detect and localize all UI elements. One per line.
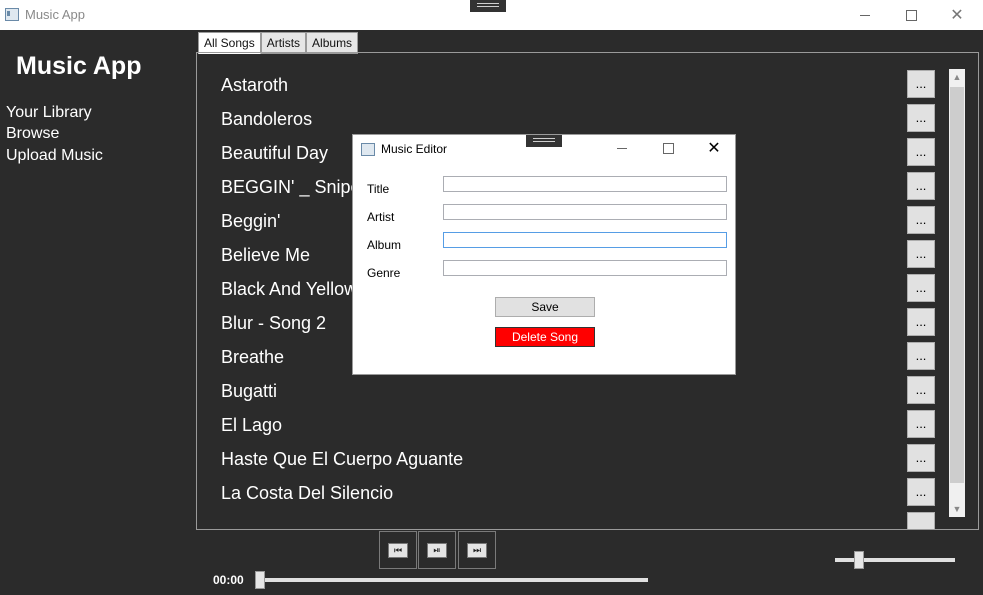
play-pause-button[interactable]: ⏯ bbox=[418, 531, 456, 569]
nav-browse[interactable]: Browse bbox=[6, 125, 59, 143]
song-title[interactable]: Haste Que El Cuerpo Aguante bbox=[221, 449, 463, 470]
playback-time: 00:00 bbox=[213, 573, 244, 587]
close-icon: ✕ bbox=[707, 140, 721, 157]
song-options-button[interactable]: ... bbox=[907, 240, 935, 268]
tab-albums[interactable]: Albums bbox=[306, 32, 359, 54]
scroll-down-icon[interactable]: ▼ bbox=[949, 501, 965, 517]
volume-thumb[interactable] bbox=[854, 551, 864, 569]
album-input[interactable] bbox=[443, 232, 727, 248]
play-pause-icon: ⏯ bbox=[427, 543, 447, 558]
tab-artists[interactable]: Artists bbox=[260, 32, 307, 54]
genre-input[interactable] bbox=[443, 260, 727, 276]
previous-icon: ⏮ bbox=[388, 543, 408, 558]
song-options-button[interactable]: ... bbox=[907, 138, 935, 166]
close-icon: ✕ bbox=[950, 7, 964, 24]
song-options-button[interactable]: ... bbox=[907, 274, 935, 302]
next-button[interactable]: ⏭ bbox=[458, 531, 496, 569]
album-label: Album bbox=[367, 238, 402, 252]
song-options-button[interactable]: ... bbox=[907, 70, 935, 98]
artist-input[interactable] bbox=[443, 204, 727, 220]
tab-bar: All Songs Artists Albums bbox=[198, 32, 359, 54]
app-icon bbox=[5, 8, 19, 21]
song-options-button[interactable]: ... bbox=[907, 444, 935, 472]
song-options-button[interactable] bbox=[907, 512, 935, 529]
seek-bar[interactable] bbox=[260, 578, 648, 582]
dialog-close-button[interactable]: ✕ bbox=[691, 135, 737, 161]
song-options-button[interactable]: ... bbox=[907, 104, 935, 132]
window-titlebar: Music App ✕ bbox=[0, 0, 983, 30]
song-title[interactable]: Blur - Song 2 bbox=[221, 313, 326, 334]
minimize-button[interactable] bbox=[842, 0, 888, 30]
scroll-up-icon[interactable]: ▲ bbox=[949, 69, 965, 85]
previous-button[interactable]: ⏮ bbox=[379, 531, 417, 569]
dialog-app-icon bbox=[361, 143, 375, 156]
next-icon: ⏭ bbox=[467, 543, 487, 558]
title-label: Title bbox=[367, 182, 390, 196]
artist-label: Artist bbox=[367, 210, 395, 224]
dialog-title: Music Editor bbox=[381, 142, 448, 156]
song-title[interactable]: Bandoleros bbox=[221, 109, 312, 130]
volume-slider[interactable] bbox=[835, 558, 955, 562]
dialog-drag-grip-icon[interactable] bbox=[526, 135, 562, 147]
tab-all-songs[interactable]: All Songs bbox=[198, 32, 261, 54]
genre-label: Genre bbox=[367, 266, 401, 280]
title-input[interactable] bbox=[443, 176, 727, 192]
music-editor-dialog: Music Editor ✕ Title Artist Album Genre … bbox=[352, 134, 736, 375]
close-button[interactable]: ✕ bbox=[934, 0, 980, 30]
maximize-button[interactable] bbox=[888, 0, 934, 30]
song-title[interactable]: Beggin' bbox=[221, 211, 280, 232]
song-options-button[interactable]: ... bbox=[907, 478, 935, 506]
drag-grip-icon[interactable] bbox=[470, 0, 506, 12]
nav-your-library[interactable]: Your Library bbox=[6, 104, 92, 122]
song-options-button[interactable]: ... bbox=[907, 206, 935, 234]
song-options-button[interactable]: ... bbox=[907, 342, 935, 370]
delete-song-button[interactable]: Delete Song bbox=[495, 327, 595, 347]
window-title: Music App bbox=[25, 7, 85, 22]
seek-thumb[interactable] bbox=[255, 571, 265, 589]
song-title[interactable]: BEGGIN' _ Sniper bbox=[221, 177, 367, 198]
song-options-button[interactable]: ... bbox=[907, 308, 935, 336]
app-title: Music App bbox=[16, 52, 142, 80]
song-options-button[interactable]: ... bbox=[907, 376, 935, 404]
song-title[interactable]: Breathe bbox=[221, 347, 284, 368]
dialog-maximize-button[interactable] bbox=[645, 135, 691, 161]
song-title[interactable]: Believe Me bbox=[221, 245, 310, 266]
song-title[interactable]: Astaroth bbox=[221, 75, 288, 96]
scrollbar-thumb[interactable] bbox=[950, 87, 964, 483]
song-title[interactable]: Bugatti bbox=[221, 381, 277, 402]
song-title[interactable]: Beautiful Day bbox=[221, 143, 328, 164]
song-title[interactable]: Black And Yellow bbox=[221, 279, 357, 300]
song-options-button[interactable]: ... bbox=[907, 410, 935, 438]
nav-upload-music[interactable]: Upload Music bbox=[6, 147, 103, 165]
song-list-scrollbar[interactable]: ▲ ▼ bbox=[949, 69, 965, 517]
song-title[interactable]: El Lago bbox=[221, 415, 282, 436]
song-title[interactable]: La Costa Del Silencio bbox=[221, 483, 393, 504]
dialog-minimize-button[interactable] bbox=[599, 135, 645, 161]
save-button[interactable]: Save bbox=[495, 297, 595, 317]
song-options-button[interactable]: ... bbox=[907, 172, 935, 200]
